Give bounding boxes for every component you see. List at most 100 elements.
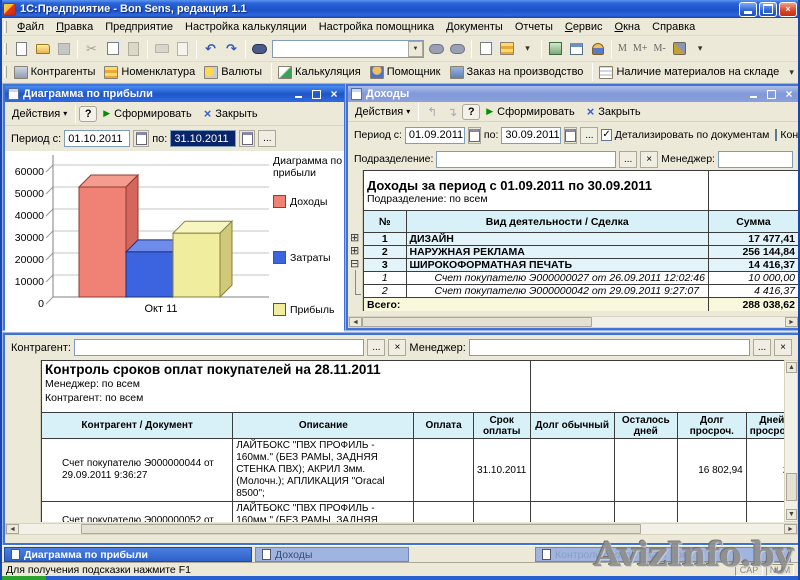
counterparty-input[interactable]	[74, 339, 364, 356]
paste-icon[interactable]	[123, 39, 144, 59]
search-combobox[interactable]	[272, 40, 424, 58]
control-checkbox[interactable]	[775, 129, 777, 141]
period-to-input[interactable]: 30.09.2011	[501, 127, 561, 144]
table-row[interactable]: 3 ШИРОКОФОРМАТНАЯ ПЕЧАТЬ 14 416,37	[364, 259, 799, 272]
dropdown-arrow-icon[interactable]	[517, 39, 538, 59]
department-more-button[interactable]: ...	[619, 151, 637, 168]
table-row[interactable]: 1 ДИЗАЙН 17 477,41	[364, 233, 799, 246]
toolbar-grip[interactable]	[4, 43, 7, 55]
manager-more-button[interactable]: ...	[753, 339, 771, 356]
scroll-thumb[interactable]	[786, 473, 797, 501]
calendar-icon[interactable]	[566, 39, 587, 59]
menu-file[interactable]: Файл	[11, 20, 50, 34]
menu-edit[interactable]: Правка	[50, 20, 99, 34]
calculator-icon[interactable]	[545, 39, 566, 59]
dropdown-arrow-icon[interactable]	[785, 62, 798, 82]
close-report-button[interactable]: Закрыть	[198, 104, 264, 123]
detail-checkbox[interactable]	[601, 129, 611, 141]
period-more-button[interactable]: ...	[258, 130, 276, 147]
currencies-button[interactable]: Валюты	[201, 65, 268, 80]
expand-icon[interactable]	[350, 233, 361, 244]
maximize-button[interactable]	[764, 88, 778, 100]
close-button[interactable]	[782, 88, 796, 100]
find-icon[interactable]	[249, 39, 270, 59]
menu-help[interactable]: Справка	[646, 20, 701, 34]
period-more-button[interactable]: ...	[580, 127, 598, 144]
help-button[interactable]: ?	[462, 104, 480, 120]
memory-m-minus-button[interactable]: M-	[650, 43, 668, 54]
minimize-button[interactable]	[746, 88, 760, 100]
restore-values-icon[interactable]: ↰	[422, 104, 442, 120]
scroll-thumb[interactable]	[81, 524, 641, 534]
chart-bar[interactable]	[79, 187, 126, 297]
actions-button[interactable]: Действия	[350, 104, 415, 120]
scroll-left-icon[interactable]: ◄	[349, 317, 362, 327]
report-vscrollbar[interactable]: ▲ ▼	[784, 360, 798, 522]
tab-profit-chart[interactable]: Диаграмма по прибыли	[4, 547, 252, 562]
period-to-input[interactable]: 31.10.2011	[170, 130, 236, 147]
collapse-icon[interactable]	[350, 259, 361, 270]
expand-icon[interactable]	[350, 246, 361, 257]
print-icon[interactable]	[151, 39, 172, 59]
generate-button[interactable]: Сформировать	[480, 104, 580, 120]
materials-stock-button[interactable]: Наличие материалов на складе	[596, 65, 785, 80]
income-window-titlebar[interactable]: Доходы	[348, 86, 798, 102]
chart-window-titlebar[interactable]: Диаграмма по прибыли	[5, 86, 344, 102]
actions-button[interactable]: Действия	[7, 106, 72, 122]
dropdown-arrow-icon[interactable]	[690, 39, 711, 59]
help-button[interactable]: ?	[79, 106, 97, 122]
minimize-button[interactable]	[291, 88, 305, 100]
scroll-down-icon[interactable]: ▼	[786, 509, 797, 520]
combobox-dropdown-icon[interactable]	[408, 41, 423, 57]
chart-bar[interactable]	[126, 252, 173, 297]
menu-windows[interactable]: Окна	[609, 20, 647, 34]
manager-input[interactable]	[469, 339, 750, 356]
department-input[interactable]	[436, 151, 616, 168]
scroll-thumb[interactable]	[362, 317, 592, 327]
production-order-button[interactable]: Заказ на производство	[447, 65, 590, 80]
window-hscrollbar[interactable]: ◄ ►	[348, 316, 798, 328]
save-icon[interactable]	[53, 39, 74, 59]
advisor-icon[interactable]	[587, 39, 608, 59]
new-document-icon[interactable]	[11, 39, 32, 59]
menu-reports[interactable]: Отчеты	[509, 20, 559, 34]
calendar-picker-icon[interactable]	[239, 130, 255, 147]
scroll-up-icon[interactable]: ▲	[786, 362, 797, 373]
nomenclature-button[interactable]: Номенклатура	[101, 65, 201, 80]
table-row[interactable]: 1 Счет покупателю Э000000027 от 26.09.20…	[364, 272, 799, 285]
close-button[interactable]: ×	[779, 2, 797, 17]
tab-income[interactable]: Доходы	[255, 547, 409, 562]
menu-calc-settings[interactable]: Настройка калькуляции	[179, 20, 313, 34]
memory-m-button[interactable]: M	[615, 43, 630, 54]
menu-documents[interactable]: Документы	[440, 20, 509, 34]
redo-icon[interactable]: ↷	[221, 39, 242, 59]
counterparty-clear-button[interactable]: ×	[388, 339, 406, 356]
close-report-button[interactable]: Закрыть	[581, 102, 647, 121]
scroll-right-icon[interactable]: ►	[784, 524, 797, 534]
menu-assistant-settings[interactable]: Настройка помощника	[313, 20, 440, 34]
table-row[interactable]: Счет покупателю Э000000044 от 29.09.2011…	[42, 439, 798, 502]
close-button[interactable]	[327, 88, 341, 100]
scroll-right-icon[interactable]: ►	[785, 317, 798, 327]
calendar-picker-icon[interactable]	[468, 127, 481, 144]
calendar-picker-icon[interactable]	[133, 130, 149, 147]
manager-input[interactable]	[718, 151, 793, 168]
restore-button[interactable]	[759, 2, 777, 17]
copy-special-icon[interactable]	[475, 39, 496, 59]
table-row[interactable]: Счет покупателю Э000000052 от 14.11.2011…	[42, 502, 798, 523]
generate-button[interactable]: Сформировать	[97, 106, 197, 122]
memory-m-plus-button[interactable]: M+	[630, 43, 651, 54]
manager-clear-button[interactable]: ×	[774, 339, 792, 356]
assistant-button[interactable]: Помощник	[367, 65, 447, 80]
tools-icon[interactable]	[669, 39, 690, 59]
calendar-picker-icon[interactable]	[564, 127, 577, 144]
about-value-icon[interactable]	[496, 39, 517, 59]
total-row[interactable]: Всего: 288 038,62	[364, 298, 799, 312]
counterparties-button[interactable]: Контрагенты	[11, 65, 102, 80]
period-from-input[interactable]: 01.09.2011	[405, 127, 465, 144]
scroll-left-icon[interactable]: ◄	[6, 524, 19, 534]
print-preview-icon[interactable]	[172, 39, 193, 59]
toolbar-grip[interactable]	[4, 66, 7, 78]
toolbar-grip[interactable]	[4, 21, 7, 33]
copy-icon[interactable]	[102, 39, 123, 59]
